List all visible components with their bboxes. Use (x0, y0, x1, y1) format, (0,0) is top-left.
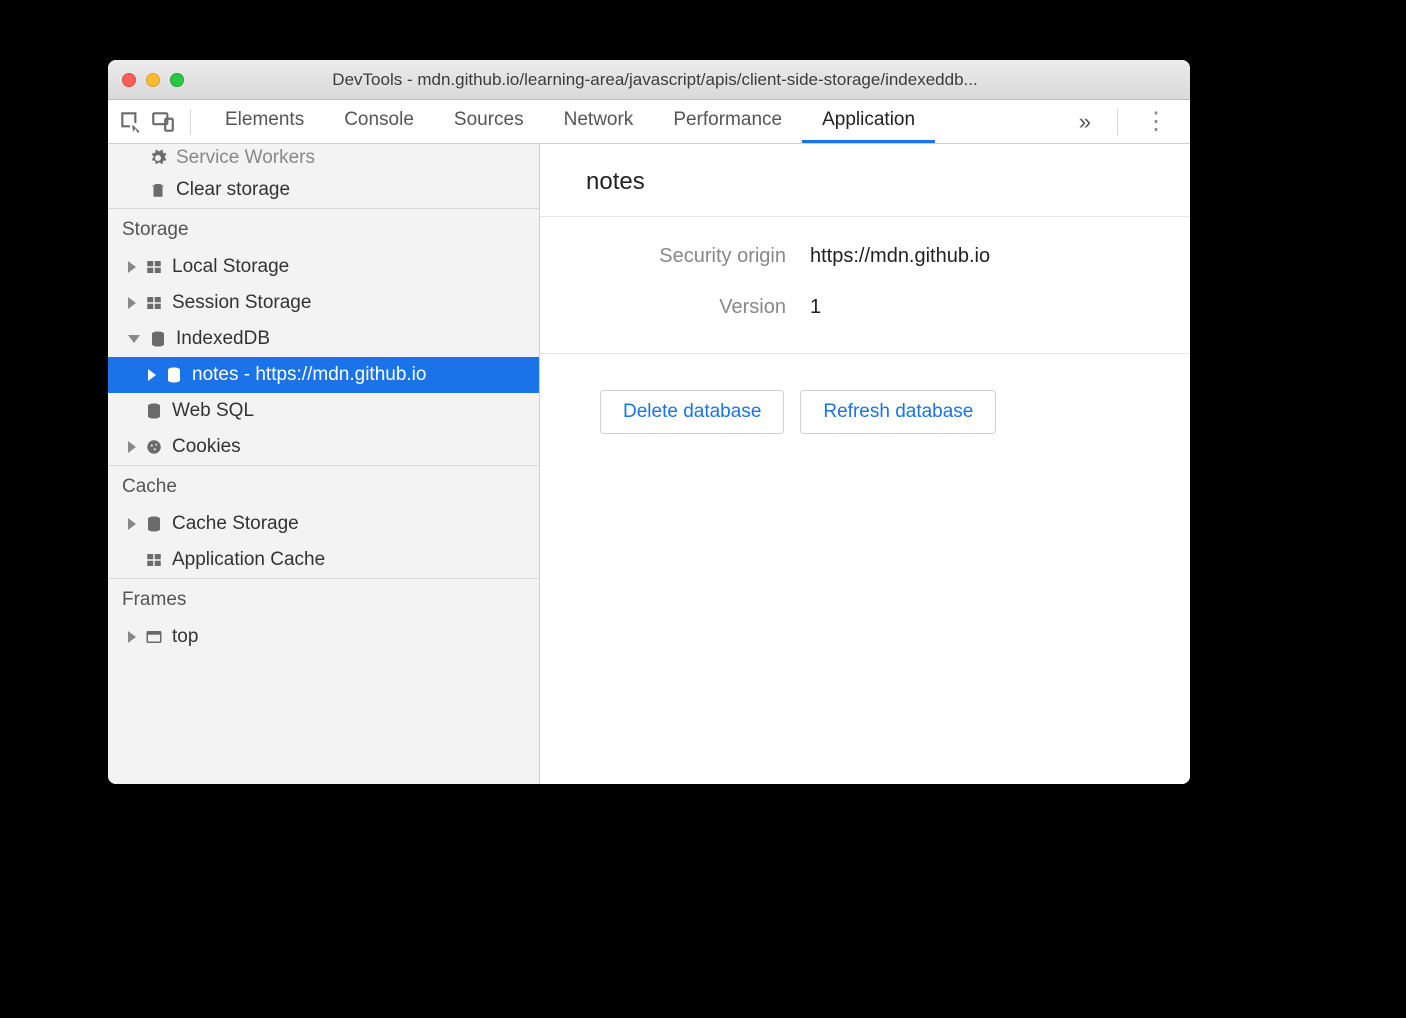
chevron-right-icon (128, 631, 136, 643)
tab-application[interactable]: Application (802, 100, 935, 143)
chevron-right-icon (128, 441, 136, 453)
tab-elements[interactable]: Elements (205, 100, 324, 143)
sidebar-group-storage: Storage (108, 208, 539, 249)
sidebar-item-label: notes - https://mdn.github.io (192, 364, 426, 386)
panel-tabs: Elements Console Sources Network Perform… (205, 100, 1061, 143)
sidebar-item-websql[interactable]: Web SQL (108, 393, 539, 429)
sidebar-item-service-workers[interactable]: Service Workers (108, 144, 539, 172)
device-toggle-icon[interactable] (150, 109, 176, 135)
property-row-version: Version 1 (580, 296, 1150, 319)
trash-icon (148, 181, 168, 199)
tab-console[interactable]: Console (324, 100, 434, 143)
property-label: Version (580, 296, 810, 319)
minimize-icon[interactable] (146, 73, 160, 87)
application-sidebar: Service Workers Clear storage Storage Lo… (108, 144, 540, 784)
sidebar-item-label: Local Storage (172, 256, 289, 278)
grid-icon (144, 258, 164, 276)
devtools-window: DevTools - mdn.github.io/learning-area/j… (108, 60, 1190, 784)
chevron-right-icon (128, 518, 136, 530)
inspect-element-icon[interactable] (118, 109, 144, 135)
zoom-icon[interactable] (170, 73, 184, 87)
sidebar-item-label: Cache Storage (172, 513, 299, 535)
sidebar-group-frames: Frames (108, 578, 539, 619)
chevron-right-icon (148, 369, 156, 381)
sidebar-item-clear-storage[interactable]: Clear storage (108, 172, 539, 208)
separator (1117, 109, 1118, 135)
separator (190, 109, 191, 135)
refresh-database-button[interactable]: Refresh database (800, 390, 996, 434)
tab-sources[interactable]: Sources (434, 100, 544, 143)
tab-network[interactable]: Network (544, 100, 654, 143)
delete-database-button[interactable]: Delete database (600, 390, 784, 434)
chevron-down-icon (128, 335, 140, 343)
cookie-icon (144, 438, 164, 456)
close-icon[interactable] (122, 73, 136, 87)
sidebar-item-cache-storage[interactable]: Cache Storage (108, 506, 539, 542)
traffic-lights (122, 73, 184, 87)
chevron-right-icon (128, 297, 136, 309)
database-icon (164, 366, 184, 384)
property-label: Security origin (580, 245, 810, 268)
property-value: 1 (810, 296, 821, 319)
grid-icon (144, 294, 164, 312)
sidebar-item-frame-top[interactable]: top (108, 619, 539, 655)
database-properties: Security origin https://mdn.github.io Ve… (540, 217, 1190, 354)
database-icon (148, 330, 168, 348)
database-icon (144, 515, 164, 533)
sidebar-item-label: top (172, 626, 198, 648)
sidebar-item-label: Clear storage (176, 179, 290, 201)
chevron-right-icon (128, 261, 136, 273)
sidebar-item-session-storage[interactable]: Session Storage (108, 285, 539, 321)
sidebar-item-local-storage[interactable]: Local Storage (108, 249, 539, 285)
property-value: https://mdn.github.io (810, 245, 990, 268)
window-title: DevTools - mdn.github.io/learning-area/j… (194, 70, 1176, 90)
menu-icon[interactable]: ⋮ (1132, 107, 1180, 136)
database-actions: Delete database Refresh database (540, 354, 1190, 470)
sidebar-item-indexeddb[interactable]: IndexedDB (108, 321, 539, 357)
database-title: notes (540, 144, 1190, 217)
gear-icon (148, 149, 168, 167)
sidebar-item-label: Service Workers (176, 147, 315, 169)
sidebar-item-label: Application Cache (172, 549, 325, 571)
frame-icon (144, 628, 164, 646)
devtools-body: Service Workers Clear storage Storage Lo… (108, 144, 1190, 784)
sidebar-item-indexeddb-notes[interactable]: notes - https://mdn.github.io (108, 357, 539, 393)
titlebar: DevTools - mdn.github.io/learning-area/j… (108, 60, 1190, 100)
sidebar-item-label: Web SQL (172, 400, 254, 422)
main-panel: notes Security origin https://mdn.github… (540, 144, 1190, 784)
sidebar-item-cookies[interactable]: Cookies (108, 429, 539, 465)
sidebar-item-label: Session Storage (172, 292, 311, 314)
sidebar-item-label: Cookies (172, 436, 241, 458)
devtools-toolbar: Elements Console Sources Network Perform… (108, 100, 1190, 144)
database-icon (144, 402, 164, 420)
sidebar-item-label: IndexedDB (176, 328, 270, 350)
property-row-security-origin: Security origin https://mdn.github.io (580, 245, 1150, 268)
sidebar-item-application-cache[interactable]: Application Cache (108, 542, 539, 578)
grid-icon (144, 551, 164, 569)
tabs-overflow-icon[interactable]: » (1067, 109, 1103, 135)
tab-performance[interactable]: Performance (653, 100, 802, 143)
sidebar-group-cache: Cache (108, 465, 539, 506)
